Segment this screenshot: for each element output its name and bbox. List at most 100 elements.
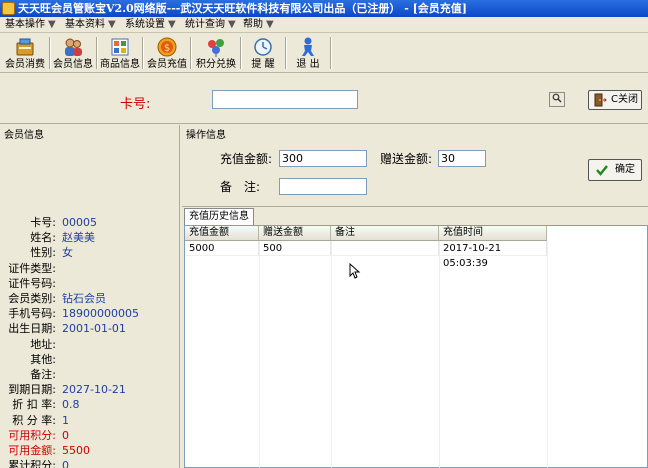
member-field-label: 累计积分:: [8, 459, 56, 468]
recharge-history-table[interactable]: 充值金额 赠送金额 备注 充值时间 5000 500 2017-10-21 05…: [184, 225, 648, 468]
bonus-amount-label: 赠送金额:: [380, 152, 433, 166]
member-field-row: 出生日期: 2001-01-01: [0, 321, 180, 336]
window-title: 天天旺会员管账宝V2.0网络版---武汉天天旺软件科技有限公司出品（已注册） -…: [18, 2, 467, 15]
toolbar-product-info-button[interactable]: 商品信息: [98, 34, 142, 72]
column-header-bonus-amount[interactable]: 赠送金额: [259, 226, 331, 241]
toolbar-reminder-button[interactable]: 提 醒: [240, 34, 286, 72]
member-field-value: 钻石会员: [62, 292, 106, 305]
column-divider: [439, 241, 440, 468]
operation-panel: 操作信息 充值金额: 300 赠送金额: 30 备 注:: [182, 125, 648, 207]
member-field-row: 折 扣 率: 0.8: [0, 397, 180, 412]
member-field-row: 积 分 率: 1: [0, 413, 180, 428]
toolbar-separator: [330, 37, 332, 69]
toolbar-member-consume-button[interactable]: 会员消费: [2, 34, 48, 72]
member-field-label: 性别:: [30, 246, 56, 259]
member-field-row: 手机号码: 18900000005: [0, 306, 180, 321]
menu-basic-data[interactable]: 基本资料 ▼: [62, 18, 119, 32]
app-icon: [2, 2, 15, 15]
member-field-label: 备注:: [30, 368, 56, 381]
history-tabbar: 充值历史信息: [182, 207, 648, 225]
member-field-label: 可用积分:: [8, 429, 56, 442]
member-field-label: 会员类别:: [8, 292, 56, 305]
card-number-input[interactable]: [212, 90, 565, 109]
member-consume-icon: [14, 36, 36, 58]
member-field-row: 地址:: [0, 337, 180, 352]
note-input[interactable]: [279, 178, 367, 195]
menu-system-settings[interactable]: 系统设置 ▼: [122, 18, 179, 32]
member-field-label: 地址:: [30, 338, 56, 351]
member-field-label: 证件类型:: [8, 262, 56, 275]
member-field-row: 可用金额: 5500: [0, 443, 180, 458]
menu-basic-operations[interactable]: 基本操作 ▼: [2, 18, 59, 32]
member-field-label: 证件号码:: [8, 277, 56, 290]
operation-title: 操作信息: [186, 130, 226, 141]
card-number-label: 卡号:: [120, 97, 151, 112]
member-field-row: 姓名: 赵美美: [0, 230, 180, 245]
member-field-label: 到期日期:: [8, 383, 56, 396]
search-icon[interactable]: [549, 92, 565, 107]
mouse-cursor-icon: [349, 263, 361, 279]
table-cell[interactable]: [331, 241, 439, 256]
member-field-row: 备注:: [0, 367, 180, 382]
menu-bar: 基本操作 ▼ 基本资料 ▼ 系统设置 ▼ 统计查询 ▼ 帮助 ▼: [0, 17, 648, 33]
svg-text:$: $: [164, 43, 170, 54]
member-field-value: 0: [62, 429, 69, 442]
member-field-row: 可用积分: 0: [0, 428, 180, 443]
door-exit-icon: [593, 93, 607, 107]
toolbar-recharge-button[interactable]: $ 会员充值: [144, 34, 190, 72]
member-field-value: 赵美美: [62, 231, 95, 244]
member-field-label: 可用金额:: [8, 444, 56, 457]
member-info-icon: [62, 36, 84, 58]
member-info-title: 会员信息: [4, 130, 44, 141]
confirm-button[interactable]: 确定: [588, 159, 642, 181]
table-cell[interactable]: 2017-10-21 05:03:39: [439, 241, 547, 269]
member-field-row: 卡号: 00005: [0, 215, 180, 230]
recharge-amount-input[interactable]: 300: [279, 150, 367, 167]
member-field-label: 卡号:: [30, 216, 56, 229]
bonus-amount-input[interactable]: 30: [438, 150, 486, 167]
member-field-value: 00005: [62, 216, 97, 229]
title-bar: 天天旺会员管账宝V2.0网络版---武汉天天旺软件科技有限公司出品（已注册） -…: [0, 0, 648, 17]
member-field-value: 1: [62, 414, 69, 427]
member-field-value: 2001-01-01: [62, 322, 126, 335]
toolbar: 会员消费 会员信息 商品信息 $ 会员充值 积分兑换 提 醒 退 出: [0, 33, 648, 73]
column-header-recharge-amount[interactable]: 充值金额: [185, 226, 259, 241]
member-field-label: 手机号码:: [8, 307, 56, 320]
column-divider: [331, 241, 332, 468]
member-field-value: 女: [62, 246, 73, 259]
card-search-row: 卡号: C关闭: [0, 74, 648, 124]
member-field-value: 0: [62, 459, 69, 468]
member-field-label: 出生日期:: [8, 322, 56, 335]
member-field-row: 累计积分: 0: [0, 458, 180, 468]
exit-icon: [297, 36, 319, 58]
column-divider: [259, 241, 260, 468]
note-label: 备 注:: [220, 180, 261, 194]
member-field-label: 积 分 率:: [12, 414, 56, 427]
member-field-row: 证件号码:: [0, 276, 180, 291]
tab-recharge-history[interactable]: 充值历史信息: [184, 208, 254, 225]
column-header-recharge-time[interactable]: 充值时间: [439, 226, 547, 241]
member-field-row: 性别: 女: [0, 245, 180, 260]
member-field-row: 会员类别: 钻石会员: [0, 291, 180, 306]
table-cell[interactable]: 500: [259, 241, 331, 256]
menu-statistics[interactable]: 统计查询 ▼: [182, 18, 239, 32]
column-divider: [547, 241, 548, 468]
column-header-note[interactable]: 备注: [331, 226, 439, 241]
member-field-value: 0.8: [62, 398, 80, 411]
recharge-amount-label: 充值金额:: [220, 152, 273, 166]
toolbar-points-exchange-button[interactable]: 积分兑换: [192, 34, 240, 72]
menu-help[interactable]: 帮助 ▼: [240, 18, 277, 32]
member-field-label: 折 扣 率:: [12, 398, 56, 411]
close-button[interactable]: C关闭: [588, 90, 642, 110]
recharge-icon: $: [156, 36, 178, 58]
toolbar-exit-button[interactable]: 退 出: [285, 34, 331, 72]
table-cell[interactable]: 5000: [185, 241, 259, 256]
member-field-label: 姓名:: [30, 231, 56, 244]
reminder-icon: [252, 36, 274, 58]
member-field-label: 其他:: [30, 353, 56, 366]
member-info-panel: 会员信息 卡号: 00005 姓名: 赵美美 性别: 女证件类型: 证件号码: 会员类别: 钻石…: [0, 125, 180, 468]
points-exchange-icon: [205, 36, 227, 58]
toolbar-member-info-button[interactable]: 会员信息: [50, 34, 96, 72]
member-field-row: 证件类型:: [0, 261, 180, 276]
product-info-icon: [109, 36, 131, 58]
